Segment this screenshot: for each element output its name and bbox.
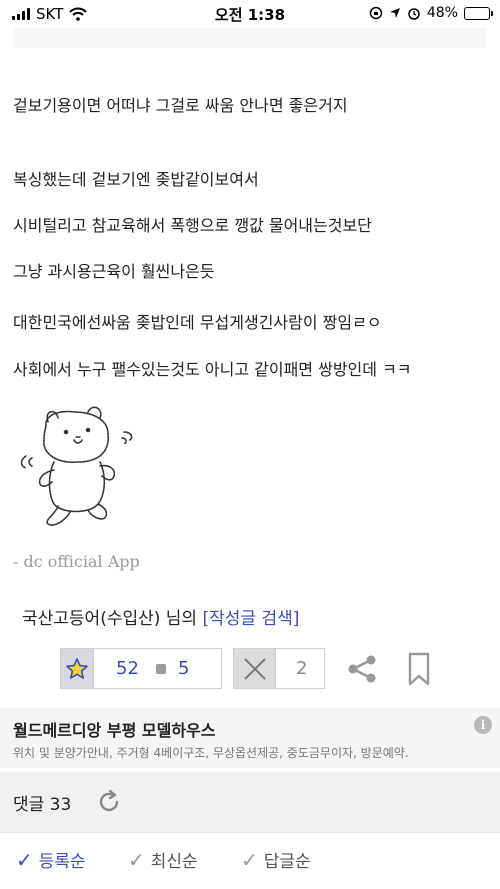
- author-post-search-link[interactable]: [작성글 검색]: [202, 609, 299, 629]
- ad-description: 위치 및 분양가안내, 주거형 4베이구조, 무상옵션제공, 중도금무이자, 방…: [13, 746, 409, 760]
- bookmark-icon[interactable]: [405, 652, 433, 686]
- check-icon: ✓: [241, 847, 258, 872]
- bear-sticker-image: [20, 406, 133, 526]
- author-line: 국산고등어(수입산) 님의 [작성글 검색]: [22, 604, 299, 629]
- post-line: 사회에서 누구 팰수있는것도 아니고 같이패면 쌍방인데 ㅋㅋ: [13, 360, 412, 379]
- post-line: 복싱했는데 겉보기엔 좆밥같이보여서: [13, 170, 259, 189]
- fixed-recommend-icon: [156, 663, 166, 674]
- comment-sort-tabs: ✓ 등록순 ✓ 최신순 ✓ 답글순: [0, 832, 500, 889]
- recommend-button[interactable]: 52 5: [60, 648, 222, 689]
- nonrecommend-button[interactable]: 2: [233, 648, 325, 689]
- refresh-icon[interactable]: [95, 788, 123, 816]
- author-suffix: 님의: [165, 609, 198, 629]
- x-icon: [234, 649, 276, 688]
- tab-sort-latest[interactable]: ✓ 최신순: [128, 847, 198, 873]
- post-line: 그냥 과시용근육이 훨씬나은듯: [13, 262, 215, 281]
- status-bar: SKT 오전 1:38 48%: [0, 0, 500, 28]
- post-line: 겉보기용이면 어떠냐 그걸로 싸움 안나면 좋은거지: [13, 96, 348, 115]
- sort-tab-label: 최신순: [150, 852, 198, 872]
- comments-count-label: 댓글 33: [13, 795, 72, 815]
- fixed-recommend-count: 5: [178, 658, 190, 679]
- recommend-count: 52: [116, 658, 139, 679]
- ad-title[interactable]: 월드메르디앙 부평 모델하우스: [13, 717, 216, 741]
- app-signature: - dc official App: [13, 552, 140, 571]
- sort-tab-label: 등록순: [38, 852, 86, 872]
- tab-sort-registered[interactable]: ✓ 등록순: [16, 847, 86, 873]
- battery-percent: 48%: [426, 5, 458, 21]
- post-line: 대한민국에선싸움 좆밥인데 무섭게생긴사람이 짱임ㄹㅇ: [13, 313, 382, 332]
- location-icon: [389, 8, 400, 18]
- tab-sort-replies[interactable]: ✓ 답글순: [241, 847, 311, 873]
- comments-header: 댓글 33: [0, 772, 500, 832]
- author-name[interactable]: 국산고등어(수입산): [22, 609, 160, 629]
- top-strip: [14, 28, 486, 48]
- check-icon: ✓: [128, 847, 145, 872]
- post-line: 시비털리고 참교육해서 폭행으로 깽값 물어내는것보단: [13, 216, 372, 235]
- status-bar-right: 48%: [369, 5, 493, 21]
- alarm-icon: [408, 8, 420, 20]
- rotation-lock-icon: [369, 6, 383, 20]
- star-icon: [61, 649, 94, 688]
- share-icon[interactable]: [346, 653, 378, 685]
- sort-tab-label: 답글순: [263, 852, 311, 872]
- battery-icon: [464, 6, 493, 20]
- info-icon[interactable]: i: [474, 716, 492, 734]
- nonrecommend-count: 2: [296, 658, 308, 679]
- check-icon: ✓: [16, 847, 33, 872]
- ad-banner[interactable]: 월드메르디앙 부평 모델하우스 위치 및 분양가안내, 주거형 4베이구조, 무…: [0, 708, 500, 768]
